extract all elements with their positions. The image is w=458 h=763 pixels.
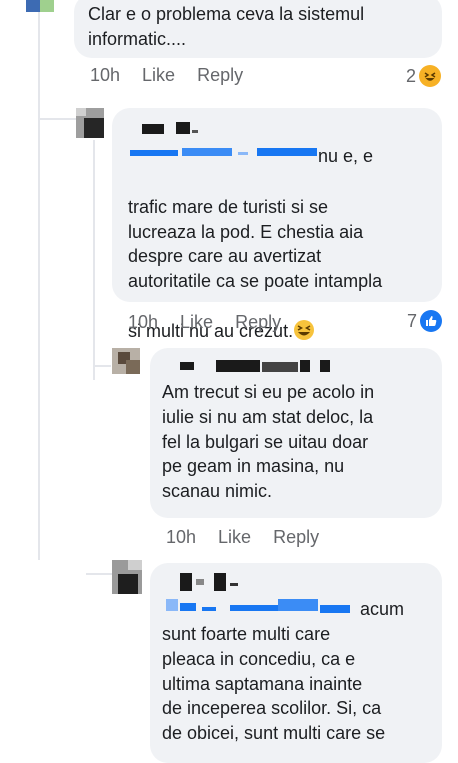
thread-connector [40, 118, 76, 120]
comment-text: Am trecut si eu pe acolo in iulie si nu … [162, 382, 375, 502]
mention-redacted [278, 599, 318, 611]
like-icon [420, 310, 443, 332]
comment-text: nu e, e [318, 146, 374, 166]
mention-redacted [202, 607, 216, 611]
mention-redacted [130, 150, 178, 156]
author-name-redacted [180, 362, 194, 370]
comment-bubble: acum sunt foarte multi care pleaca in co… [150, 563, 442, 763]
reaction-count: 2 [406, 65, 417, 86]
haha-icon [419, 65, 442, 87]
avatar[interactable] [76, 108, 104, 138]
mention-redacted [320, 605, 350, 613]
reaction-summary[interactable]: 2 [406, 65, 442, 87]
comment-time[interactable]: 10h [166, 527, 196, 548]
author-name-redacted [300, 360, 310, 372]
avatar[interactable] [112, 348, 140, 374]
comment-time[interactable]: 10h [90, 65, 120, 86]
author-name-redacted [216, 360, 260, 372]
comment-time[interactable]: 10h [128, 312, 158, 333]
comment-text: acum [360, 599, 405, 619]
author-name-redacted [176, 122, 190, 134]
reply-button[interactable]: Reply [197, 65, 243, 86]
mention-redacted [238, 152, 248, 155]
like-button[interactable]: Like [218, 527, 251, 548]
comment-actions: 10h Like Reply [128, 312, 303, 333]
mention-redacted [166, 599, 178, 611]
thread-line [93, 140, 95, 380]
comment-actions: 10h Like Reply [166, 527, 341, 548]
thread-connector [86, 573, 112, 575]
author-name-redacted [214, 573, 226, 591]
reply-button[interactable]: Reply [235, 312, 281, 333]
mention-redacted [180, 603, 196, 611]
comment-actions: 10h Like Reply [90, 65, 265, 86]
author-name-redacted [142, 124, 164, 134]
thread-line [38, 0, 40, 560]
avatar[interactable] [18, 0, 60, 14]
like-button[interactable]: Like [180, 312, 213, 333]
reaction-summary[interactable]: 7 [407, 310, 443, 332]
comment-bubble: Am trecut si eu pe acolo in iulie si nu … [150, 348, 442, 518]
like-button[interactable]: Like [142, 65, 175, 86]
comment-bubble: nu e, e trafic mare de turisti si se luc… [112, 108, 442, 341]
author-name-redacted [196, 579, 204, 585]
comment-bubble: Clar e o problema ceva la sistemul infor… [74, 0, 442, 58]
mention-redacted [182, 148, 232, 156]
reaction-count: 7 [407, 310, 418, 331]
author-name-redacted [230, 583, 238, 586]
author-name-redacted [180, 573, 192, 591]
mention-redacted [230, 605, 280, 611]
avatar[interactable] [112, 560, 142, 594]
author-name-redacted [262, 362, 298, 372]
author-name-redacted [320, 360, 330, 372]
thread-connector [93, 365, 111, 367]
author-name-redacted [192, 130, 198, 133]
mention-redacted [257, 148, 317, 156]
reply-button[interactable]: Reply [273, 527, 319, 548]
comment-text: sunt foarte multi care pleaca in concedi… [162, 624, 386, 744]
comment-text: Clar e o problema ceva la sistemul infor… [88, 4, 365, 49]
